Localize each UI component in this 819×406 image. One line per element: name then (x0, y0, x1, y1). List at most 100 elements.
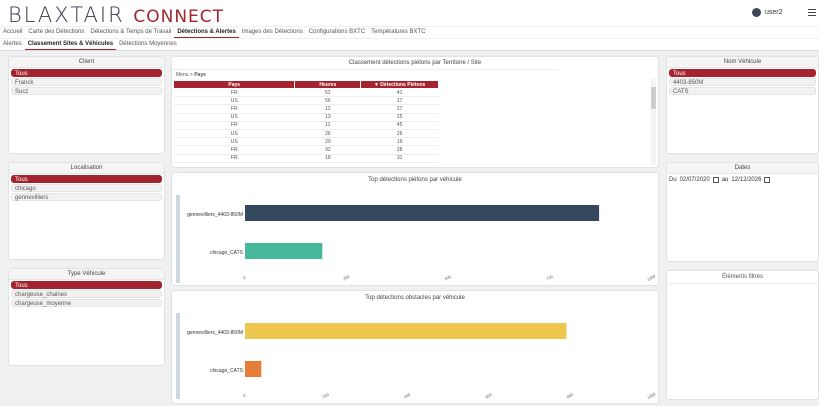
hamburger-menu-icon[interactable] (808, 9, 816, 18)
type-vehicule-title: Type Véhicule (9, 269, 164, 280)
tab-detections-moyennes[interactable]: Détections Moyennes (116, 39, 180, 50)
table-cell: 29 (294, 137, 361, 147)
table-scrollbar[interactable] (651, 79, 656, 165)
x-tick-label: 600 (484, 391, 493, 399)
type-vehicule-option[interactable]: chargeuse_moyenne (11, 299, 162, 307)
user-name: user2 (765, 9, 783, 16)
date-from-input[interactable]: 02/07/2020 (680, 177, 710, 183)
nav-configurations[interactable]: Configurations BXTC (306, 27, 368, 38)
table-row[interactable]: FR 12 27 (173, 104, 439, 114)
nav-images-detections[interactable]: Images des Détections (239, 27, 306, 38)
table-cell: 13 (294, 113, 361, 122)
bar-category-label: chicago_CATS (210, 368, 244, 374)
table-cell: 26 (360, 129, 439, 139)
col-pays[interactable]: Pays (172, 80, 296, 89)
user-menu[interactable]: user2 (752, 8, 783, 17)
table-cell: FR (173, 154, 295, 163)
classement-table-panel: Classement détections piétons par Territ… (171, 56, 659, 168)
logo-sub-text: CONNECT (133, 7, 225, 27)
localisation-option[interactable]: Tous (11, 175, 162, 183)
breadcrumb-separator: > (189, 72, 193, 78)
table-cell: 31 (360, 154, 439, 163)
nav-accueil[interactable]: Accueil (0, 27, 25, 38)
app-logo[interactable]: BLAXTAIR CONNECT (8, 3, 224, 27)
bar[interactable] (245, 243, 323, 259)
nom-vehicule-option[interactable]: CATS (669, 87, 816, 95)
table-cell: 41 (360, 88, 439, 98)
type-vehicule-option[interactable]: Tous (11, 281, 162, 289)
table-cell: FR (173, 88, 295, 98)
table-row[interactable]: US 56 17 (173, 96, 439, 106)
client-filter: Client Tous Franck Sucz (8, 56, 165, 154)
table-cell: 56 (294, 96, 361, 106)
dates-filter: Dates Du 02/07/2020 au 12/12/2026 (666, 162, 819, 262)
x-tick-label: 400 (403, 391, 412, 399)
client-option[interactable]: Tous (11, 69, 162, 77)
main-nav: Accueil Carte des Détections Détections … (0, 27, 819, 38)
table-cell: 11 (294, 121, 361, 130)
x-tick-label: 250 (342, 273, 351, 281)
table-row[interactable]: US 29 19 (173, 137, 439, 147)
elements-filtres-title: Éléments filtrés (667, 271, 818, 284)
table-cell: US (173, 113, 295, 122)
chart-obstacles-panel: Top détections obstacles par véhicule ge… (171, 290, 659, 404)
table-row[interactable]: FR 92 28 (173, 145, 439, 155)
breadcrumb-current: Pays (194, 72, 206, 78)
nom-vehicule-option[interactable]: 4403-850M (669, 78, 816, 86)
breadcrumb: Menu > Pays (172, 69, 557, 80)
nav-detections-alertes[interactable]: Détections & Alertes (174, 27, 239, 38)
table-cell: US (173, 137, 295, 147)
tab-alertes[interactable]: Alertes (0, 39, 25, 50)
x-tick-label: 500 (444, 273, 453, 281)
x-tick-label: 0 (242, 275, 247, 281)
nav-temperatures[interactable]: Températures BXTC (368, 27, 428, 38)
localisation-option[interactable]: chicago (11, 184, 162, 192)
x-tick-label: 0 (242, 393, 247, 399)
table-row[interactable]: FR 18 31 (173, 154, 439, 163)
col-heures[interactable]: Heures (294, 80, 362, 89)
table-cell: 27 (360, 104, 439, 114)
bar-category-label: gennevilliers_4403-850M (187, 212, 243, 218)
nav-carte-detections[interactable]: Carte des Détections (25, 27, 87, 38)
scrollbar-thumb[interactable] (651, 87, 656, 109)
date-to-input[interactable]: 12/12/2026 (731, 177, 761, 183)
table-cell: 12 (294, 104, 361, 114)
user-avatar-icon (752, 8, 761, 17)
x-tick-label: 200 (322, 391, 331, 399)
chart-pietons-svg: gennevilliers_4403-850M chicago_CATS 0 250 5… (187, 205, 657, 282)
calendar-icon[interactable] (712, 177, 719, 183)
table-cell: 52 (294, 88, 361, 98)
col-detections[interactable]: ▼ Détections Piétons (360, 80, 439, 89)
bar[interactable] (245, 205, 600, 221)
table-row[interactable]: FR 52 41 (173, 88, 439, 98)
bar[interactable] (245, 323, 567, 339)
table-cell: 26 (294, 129, 361, 139)
dates-title: Dates (667, 163, 818, 174)
bar-category-label: gennevilliers_4403-850M (187, 330, 243, 336)
table-row[interactable]: FR 11 45 (173, 121, 439, 130)
nom-vehicule-option[interactable]: Tous (669, 69, 816, 77)
table-cell: FR (173, 104, 295, 114)
table-row[interactable]: US 13 25 (173, 113, 439, 122)
table-cell: 45 (360, 121, 439, 130)
table-cell: 17 (360, 96, 439, 106)
chart-pietons-panel: Top détections piétons par véhicule genn… (171, 172, 659, 286)
breadcrumb-root[interactable]: Menu (176, 72, 189, 78)
localisation-option[interactable]: gennevilliers (11, 193, 162, 201)
x-tick-label: 750 (545, 273, 554, 281)
nav-detections-temps[interactable]: Détections & Temps de Travail (87, 27, 174, 38)
type-vehicule-filter: Type Véhicule Tous chargeuse_chaines cha… (8, 268, 165, 366)
calendar-icon[interactable] (764, 177, 771, 183)
table-row[interactable]: US 26 26 (173, 129, 439, 139)
bar[interactable] (245, 361, 262, 377)
table-cell: 92 (294, 145, 361, 155)
date-to-label: au (721, 177, 729, 183)
client-option[interactable]: Sucz (11, 87, 162, 95)
type-vehicule-option[interactable]: chargeuse_chaines (11, 290, 162, 298)
client-option[interactable]: Franck (11, 78, 162, 86)
localisation-filter-title: Localisation (9, 163, 164, 174)
chart-obstacles-svg: gennevilliers_4403-850M chicago_CATS 0 200 4… (187, 323, 657, 400)
tab-classement[interactable]: Classement Sites & Véhicules (24, 39, 117, 50)
bar-category-label: chicago_CATS (210, 250, 244, 256)
localisation-filter: Localisation Tous chicago gennevilliers (8, 162, 165, 260)
